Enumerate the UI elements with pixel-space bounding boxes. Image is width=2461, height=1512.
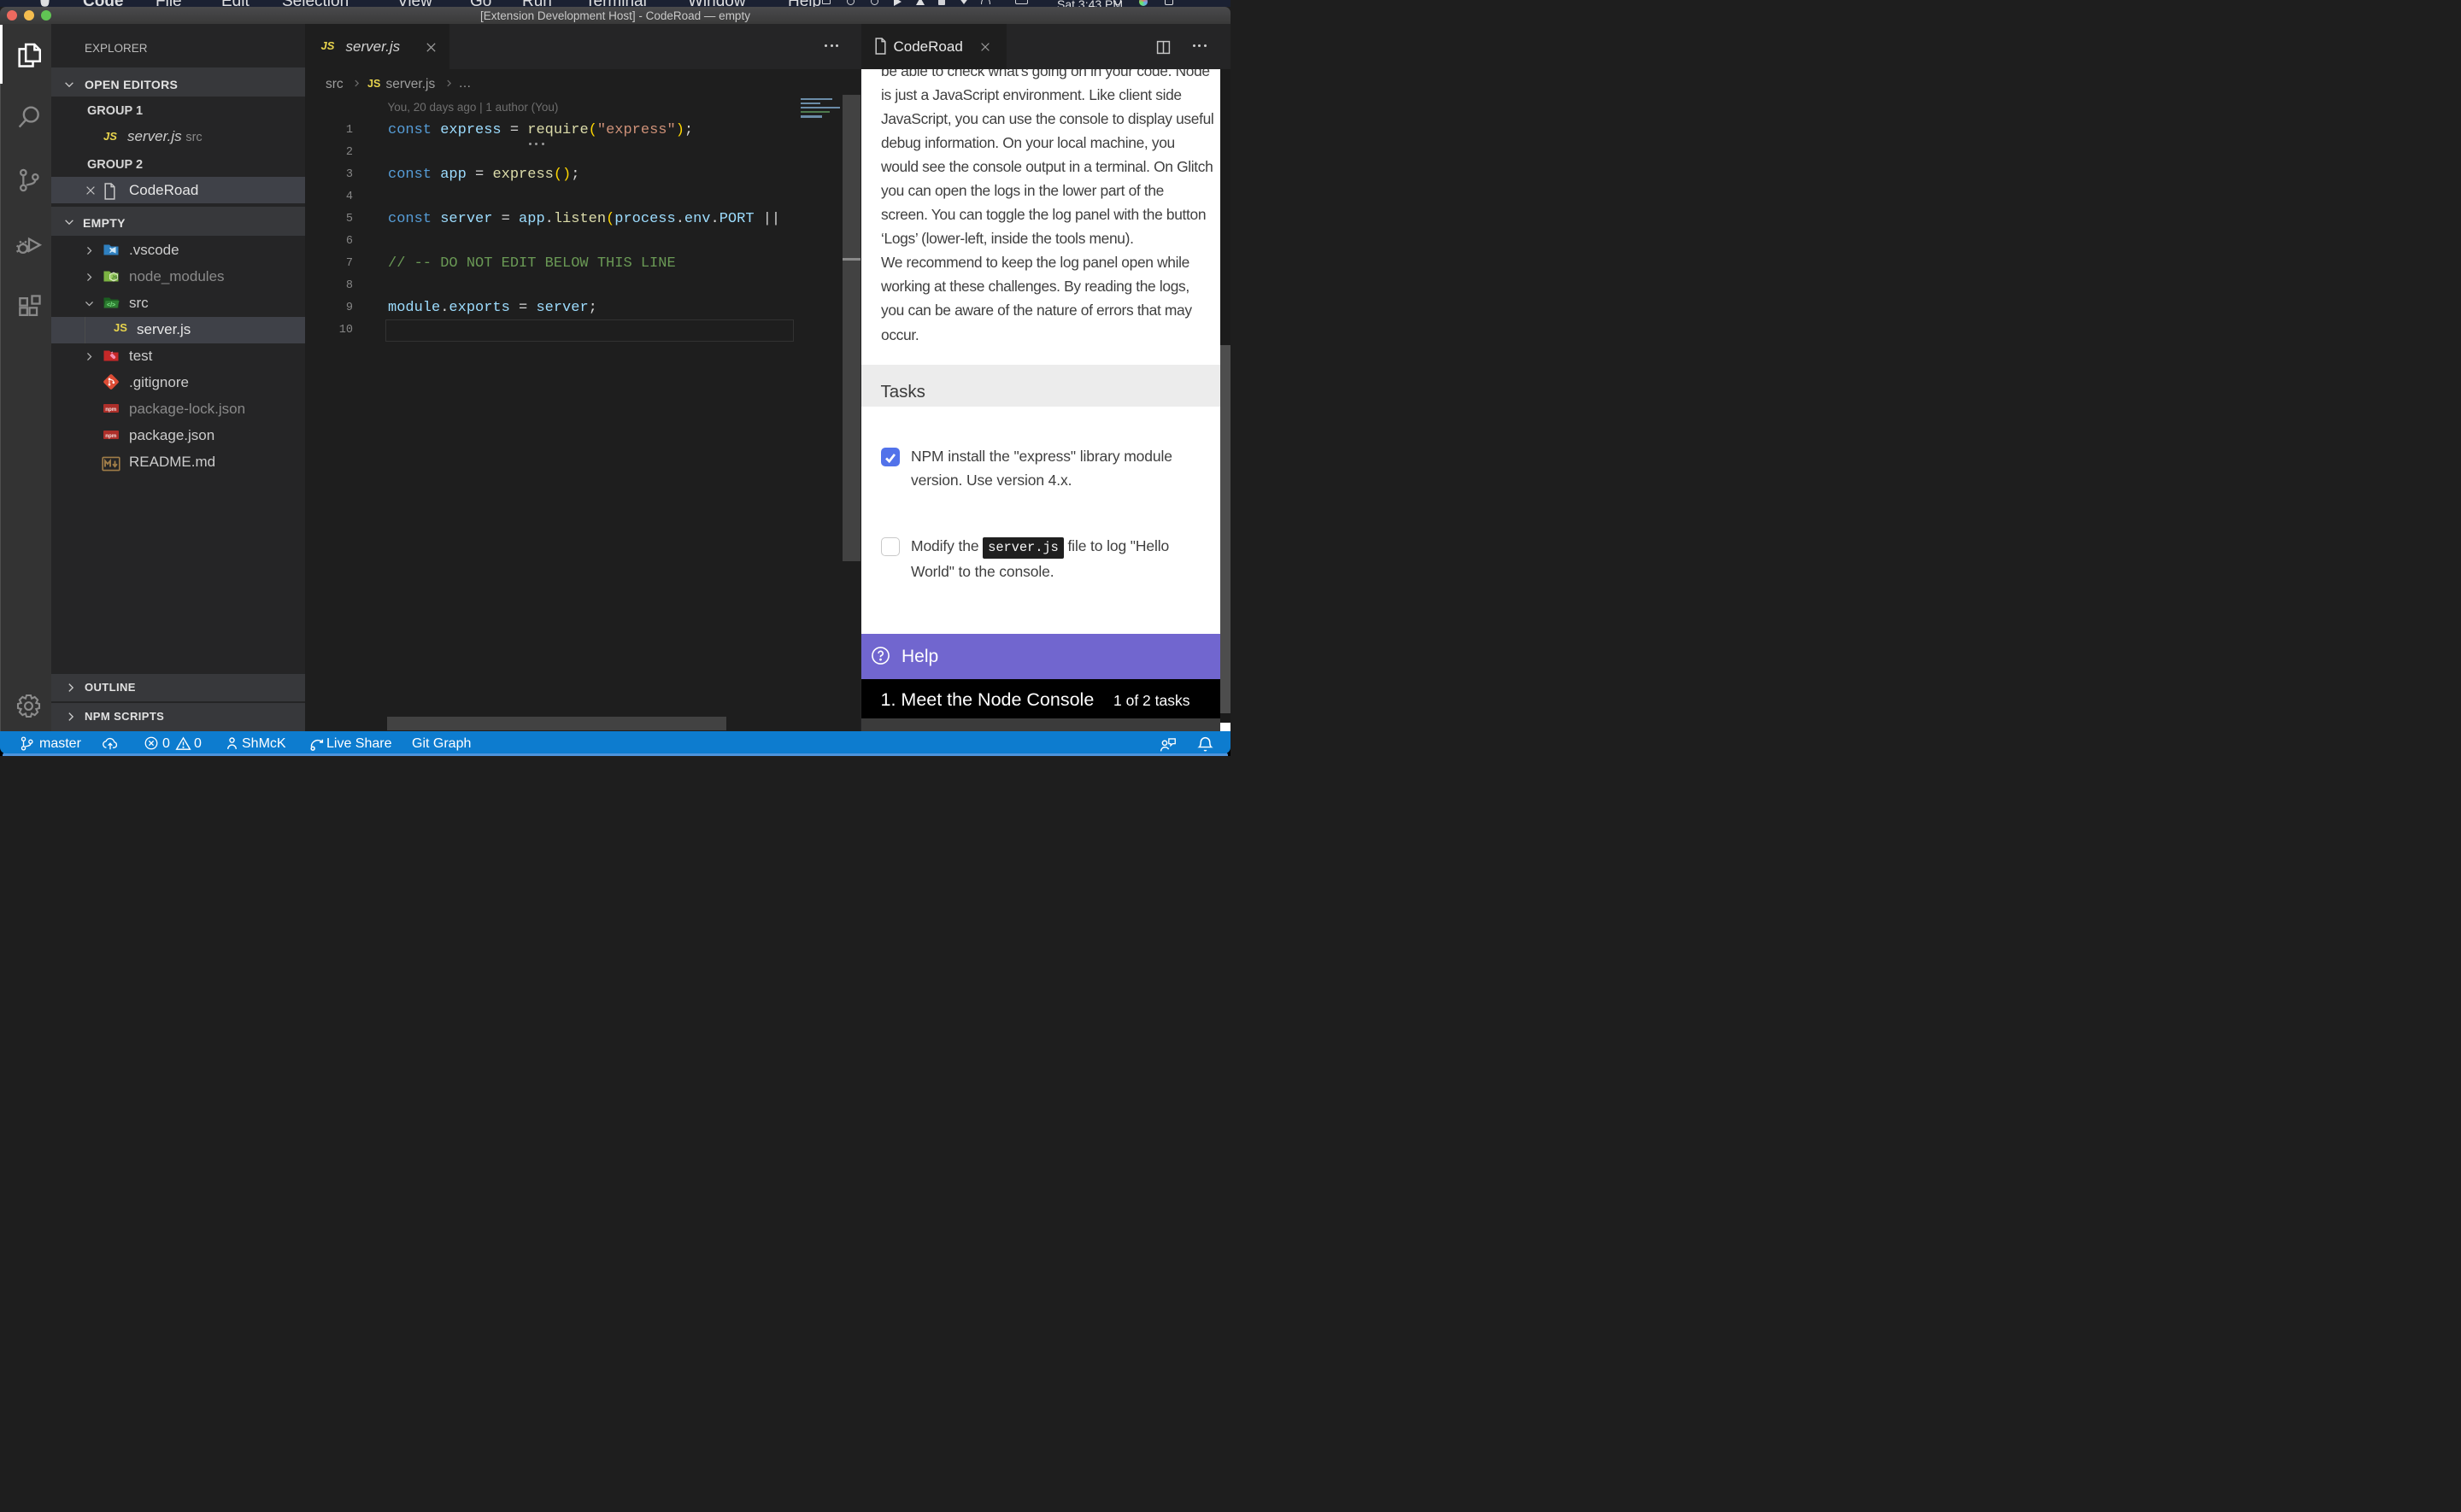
svg-text:npm: npm: [105, 433, 117, 439]
svg-text:</>: </>: [107, 302, 115, 308]
svg-text:npm: npm: [105, 407, 117, 413]
svg-text:JS: JS: [112, 276, 118, 281]
